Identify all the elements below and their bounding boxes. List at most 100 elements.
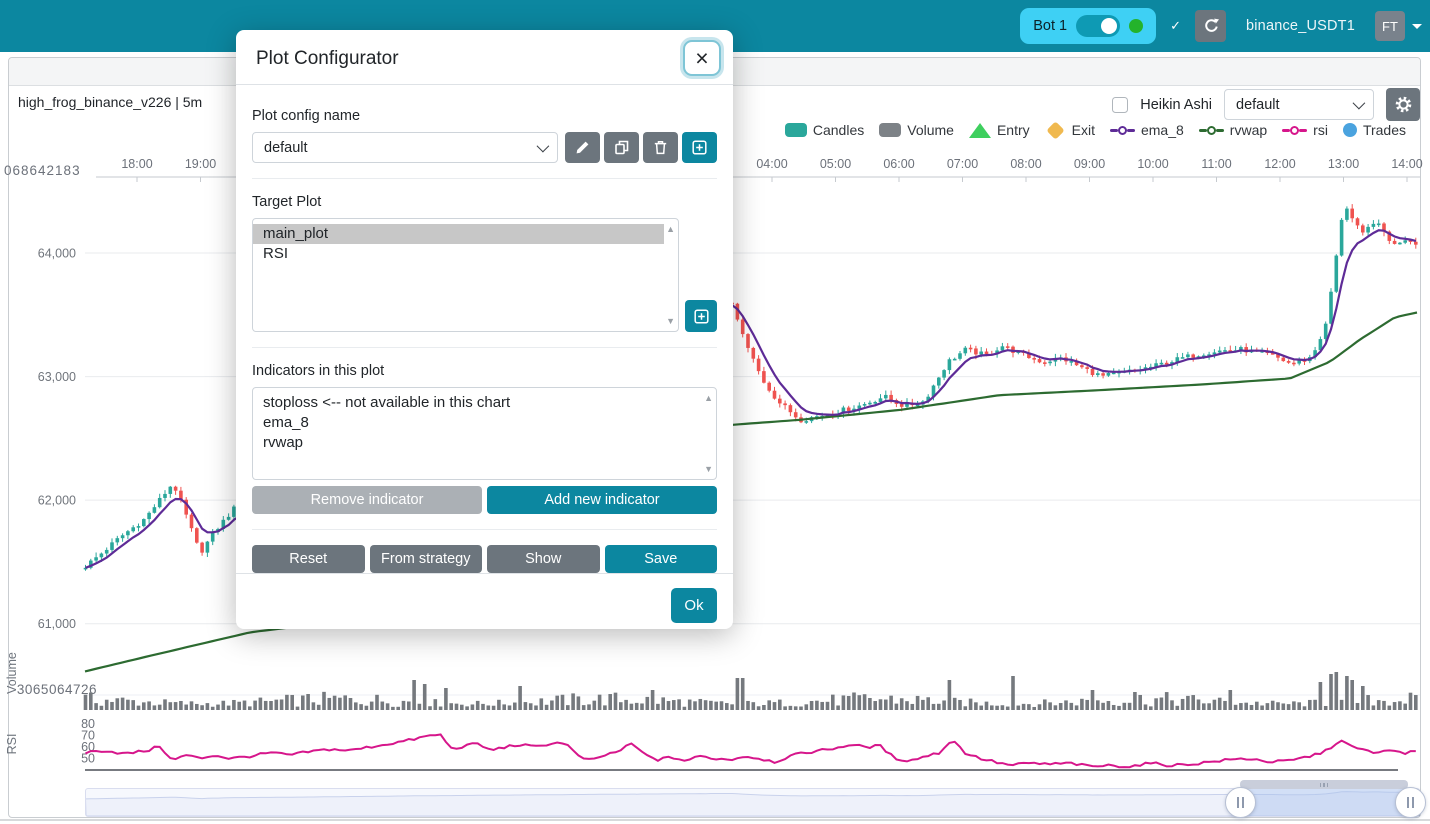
indicator-option[interactable]: stoploss <-- not available in this chart — [253, 393, 702, 413]
time-axis-label: 14:00 — [1391, 157, 1422, 171]
scroll-down-icon[interactable]: ▼ — [704, 464, 713, 474]
legend-item-Entry[interactable]: Entry — [969, 122, 1030, 138]
legend-item-Candles[interactable]: Candles — [785, 122, 864, 138]
entry-legend-icon — [969, 123, 991, 138]
price-axis-label: 64,000 — [38, 247, 76, 261]
chevron-down-icon — [1353, 97, 1366, 110]
chevron-down-icon — [537, 140, 550, 153]
volume-axis-title: Volume — [5, 652, 19, 694]
gear-icon — [1394, 95, 1413, 114]
user-menu[interactable]: FT — [1375, 11, 1422, 41]
config-name-value: default — [264, 140, 308, 156]
trash-icon — [652, 139, 669, 156]
remove-indicator-button[interactable]: Remove indicator — [252, 486, 482, 514]
plot-config-select-value: default — [1236, 97, 1280, 113]
rsi-axis-label: 50 — [81, 752, 95, 766]
plot-settings-button[interactable] — [1386, 88, 1420, 121]
rvwap-legend-icon — [1199, 126, 1224, 135]
close-button[interactable]: × — [683, 40, 721, 76]
ema_8-legend-icon — [1110, 126, 1135, 135]
refresh-button[interactable] — [1195, 10, 1226, 42]
plot-configurator-modal: Plot Configurator × Plot config name def… — [236, 30, 733, 629]
ok-button[interactable]: Ok — [671, 588, 717, 623]
edit-config-button[interactable] — [565, 132, 600, 163]
add-subplot-button[interactable] — [685, 300, 717, 332]
target-plot-listbox[interactable]: main_plotRSI ▲ ▼ — [252, 218, 679, 332]
scroll-down-icon[interactable]: ▼ — [666, 316, 675, 326]
scroll-up-icon[interactable]: ▲ — [666, 224, 675, 234]
target-plot-label: Target Plot — [252, 194, 717, 210]
legend-item-ema_8[interactable]: ema_8 — [1110, 122, 1184, 138]
scroll-up-icon[interactable]: ▲ — [704, 393, 713, 403]
time-axis-label: 10:00 — [1137, 157, 1168, 171]
axis-max-value: 068642183 — [4, 163, 81, 178]
trades-legend-icon — [1343, 123, 1357, 137]
indicator-option[interactable]: ema_8 — [253, 413, 702, 433]
chart-pair-title: high_frog_binance_v226 | 5m — [18, 94, 202, 110]
save-button[interactable]: Save — [605, 545, 718, 573]
indicators-label: Indicators in this plot — [252, 363, 717, 379]
avatar: FT — [1375, 11, 1405, 41]
legend-label: Trades — [1363, 122, 1406, 138]
indicators-listbox[interactable]: stoploss <-- not available in this chart… — [252, 387, 717, 480]
legend-label: Volume — [907, 122, 954, 138]
chart-legend: Candles Volume Entry Exit ema_8 rvwap rsi Trade… — [785, 122, 1406, 138]
delete-config-button[interactable] — [643, 132, 678, 163]
price-axis-label: 63,000 — [38, 370, 76, 384]
plus-square-icon — [693, 308, 710, 325]
price-axis-label: 62,000 — [38, 494, 76, 508]
from-strategy-button[interactable]: From strategy — [370, 545, 483, 573]
bot-name-label: Bot 1 — [1033, 18, 1067, 34]
chevron-down-icon — [1412, 24, 1422, 29]
time-axis-label: 06:00 — [883, 157, 914, 171]
add-config-button[interactable] — [682, 132, 717, 163]
time-axis-label: 18:00 — [121, 157, 152, 171]
indicator-option[interactable]: rvwap — [253, 433, 702, 453]
reset-button[interactable]: Reset — [252, 545, 365, 573]
plot-config-select[interactable]: default — [1224, 89, 1374, 120]
legend-label: ema_8 — [1141, 122, 1184, 138]
bot-enable-toggle[interactable] — [1076, 15, 1120, 37]
legend-item-Exit[interactable]: Exit — [1045, 122, 1095, 138]
rsi-legend-icon — [1282, 126, 1307, 135]
time-axis-label: 07:00 — [947, 157, 978, 171]
legend-label: Candles — [813, 122, 864, 138]
volume-legend-icon — [879, 123, 901, 137]
check-icon: ✓ — [1170, 18, 1181, 34]
price-axis-label: 61,000 — [38, 617, 76, 631]
volume-bars — [84, 672, 1418, 710]
config-name-label: Plot config name — [252, 108, 717, 124]
legend-item-rsi[interactable]: rsi — [1282, 122, 1328, 138]
datazoom-left-handle[interactable] — [1225, 787, 1256, 818]
heikin-ashi-label: Heikin Ashi — [1140, 97, 1212, 113]
duplicate-config-button[interactable] — [604, 132, 639, 163]
time-axis-label: 04:00 — [756, 157, 787, 171]
time-axis-label: 08:00 — [1010, 157, 1041, 171]
heikin-ashi-checkbox[interactable] — [1112, 97, 1128, 113]
plus-square-icon — [691, 139, 708, 156]
legend-item-rvwap[interactable]: rvwap — [1199, 122, 1267, 138]
bot-online-status-dot — [1129, 19, 1143, 33]
time-axis-label: 13:00 — [1328, 157, 1359, 171]
legend-item-Trades[interactable]: Trades — [1343, 122, 1406, 138]
close-icon: × — [695, 47, 708, 70]
time-axis-label: 12:00 — [1264, 157, 1295, 171]
legend-label: Entry — [997, 122, 1030, 138]
legend-item-Volume[interactable]: Volume — [879, 122, 954, 138]
datazoom-right-handle[interactable] — [1395, 787, 1426, 818]
target-plot-option[interactable]: RSI — [253, 244, 664, 264]
time-axis-label: 09:00 — [1074, 157, 1105, 171]
exchange-account-label: binance_USDT1 — [1246, 18, 1355, 34]
target-plot-option[interactable]: main_plot — [253, 224, 664, 244]
refresh-icon — [1202, 17, 1220, 35]
pencil-icon — [574, 139, 591, 156]
show-button[interactable]: Show — [487, 545, 600, 573]
candles-legend-icon — [785, 123, 807, 137]
bot-selector-chip[interactable]: Bot 1 — [1020, 8, 1156, 44]
config-name-select[interactable]: default — [252, 132, 558, 163]
time-axis-label: 11:00 — [1201, 157, 1231, 171]
add-indicator-button[interactable]: Add new indicator — [487, 486, 717, 514]
copy-icon — [613, 139, 630, 156]
legend-label: rvwap — [1230, 122, 1267, 138]
modal-title: Plot Configurator — [256, 48, 713, 70]
